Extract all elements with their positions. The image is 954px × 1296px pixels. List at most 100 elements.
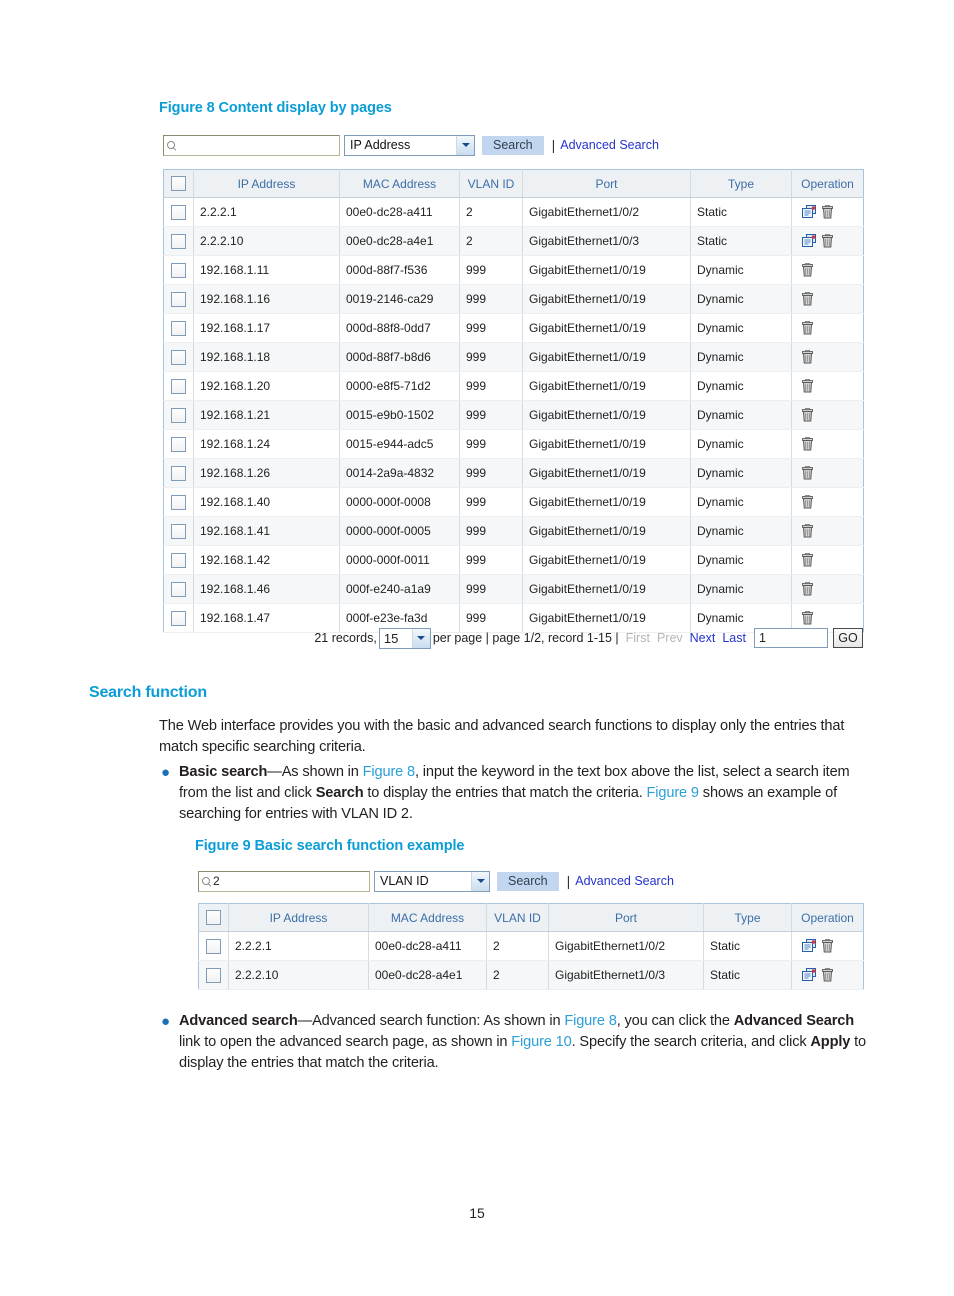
delete-icon[interactable] [822,967,833,982]
row-select-cell[interactable] [163,226,194,256]
row-select-cell[interactable] [163,284,194,314]
row-checkbox[interactable] [171,465,186,481]
column-header-mac-address[interactable]: MAC Address [339,169,460,198]
table-row[interactable]: 2.2.2.1 00e0-dc28-a411 2 GigabitEthernet1/0… [198,931,864,961]
table-row[interactable]: 192.168.1.17 000d-88f8-0dd7 999 GigabitEthe… [163,313,864,343]
xref-figure-8[interactable]: Figure 8 [564,1013,616,1029]
row-select-cell[interactable] [163,371,194,401]
delete-icon[interactable] [822,938,833,953]
page-number-input[interactable]: 1 [754,628,828,648]
row-checkbox[interactable] [171,581,186,597]
row-checkbox[interactable] [171,610,186,626]
table-row[interactable]: 2.2.2.10 00e0-dc28-a4e1 2 GigabitEthernet1/… [163,226,864,256]
row-checkbox[interactable] [171,407,186,423]
table-row[interactable]: 2.2.2.10 00e0-dc28-a4e1 2 GigabitEthernet1/… [198,960,864,990]
row-select-cell[interactable] [163,487,194,517]
row-select-cell[interactable] [163,255,194,285]
column-header-vlan-id[interactable]: VLAN ID [459,169,523,198]
delete-icon[interactable] [802,407,813,422]
xref-figure-10[interactable]: Figure 10 [511,1034,571,1050]
column-header-ip-address[interactable]: IP Address [228,903,369,932]
table-row[interactable]: 192.168.1.46 000f-e240-a1a9 999 GigabitEthe… [163,574,864,604]
row-select-cell[interactable] [163,313,194,343]
delete-icon[interactable] [802,378,813,393]
table-row[interactable]: 192.168.1.20 0000-e8f5-71d2 999 GigabitEthe… [163,371,864,401]
delete-icon[interactable] [822,204,833,219]
row-checkbox[interactable] [171,494,186,510]
column-header-port[interactable]: Port [522,169,691,198]
table-row[interactable]: 192.168.1.40 0000-000f-0008 999 GigabitEthe… [163,487,864,517]
per-page-select[interactable]: 15 [378,627,431,649]
delete-icon[interactable] [802,320,813,335]
row-checkbox[interactable] [171,436,186,452]
table-row[interactable]: 192.168.1.18 000d-88f7-b8d6 999 GigabitEthe… [163,342,864,372]
advanced-search-link[interactable]: Advanced Search [575,874,674,888]
search-field-select[interactable]: IP Address [344,134,475,156]
row-checkbox[interactable] [171,320,186,336]
search-input[interactable]: 2 [198,870,370,892]
row-select-cell[interactable] [163,574,194,604]
delete-icon[interactable] [802,581,813,596]
search-input[interactable] [163,134,340,156]
delete-icon[interactable] [802,465,813,480]
column-header-type[interactable]: Type [703,903,792,932]
search-field-select[interactable]: VLAN ID [374,870,490,892]
row-checkbox[interactable] [171,291,186,307]
table-row[interactable]: 192.168.1.11 000d-88f7-f536 999 GigabitEthe… [163,255,864,285]
row-checkbox[interactable] [206,967,221,983]
xref-figure-8[interactable]: Figure 8 [363,764,415,780]
select-all-checkbox[interactable] [206,910,221,926]
search-button[interactable]: Search [482,135,544,155]
pager-last-link[interactable]: Last [722,631,746,645]
go-button[interactable]: GO [833,628,863,648]
pager-prev-link[interactable]: Prev [657,631,683,645]
table-row[interactable]: 192.168.1.42 0000-000f-0011 999 GigabitEthe… [163,545,864,575]
delete-icon[interactable] [802,262,813,277]
row-checkbox[interactable] [171,523,186,539]
table-row[interactable]: 192.168.1.21 0015-e9b0-1502 999 GigabitEthe… [163,400,864,430]
delete-icon[interactable] [802,494,813,509]
delete-icon[interactable] [802,552,813,567]
row-select-cell[interactable] [163,197,194,227]
row-checkbox[interactable] [171,349,186,365]
delete-icon[interactable] [802,291,813,306]
edit-icon[interactable] [802,234,817,248]
advanced-search-link[interactable]: Advanced Search [560,138,659,152]
row-checkbox[interactable] [171,233,186,249]
select-all-checkbox[interactable] [171,176,186,192]
row-checkbox[interactable] [171,262,186,278]
row-select-cell[interactable] [198,960,229,990]
row-select-cell[interactable] [163,429,194,459]
row-select-cell[interactable] [198,931,229,961]
pager-first-link[interactable]: First [626,631,650,645]
row-select-cell[interactable] [163,458,194,488]
delete-icon[interactable] [802,523,813,538]
select-all-header[interactable] [198,903,229,932]
row-select-cell[interactable] [163,516,194,546]
table-row[interactable]: 192.168.1.41 0000-000f-0005 999 GigabitEthe… [163,516,864,546]
delete-icon[interactable] [802,610,813,625]
row-select-cell[interactable] [163,545,194,575]
search-button[interactable]: Search [497,871,559,891]
column-header-vlan-id[interactable]: VLAN ID [486,903,549,932]
column-header-ip-address[interactable]: IP Address [193,169,340,198]
delete-icon[interactable] [802,436,813,451]
edit-icon[interactable] [802,205,817,219]
table-row[interactable]: 2.2.2.1 00e0-dc28-a411 2 GigabitEthernet1/0… [163,197,864,227]
row-select-cell[interactable] [163,342,194,372]
row-checkbox[interactable] [171,552,186,568]
pager-next-link[interactable]: Next [690,631,716,645]
edit-icon[interactable] [802,968,817,982]
table-row[interactable]: 192.168.1.26 0014-2a9a-4832 999 GigabitEthe… [163,458,864,488]
row-checkbox[interactable] [171,204,186,220]
xref-figure-9[interactable]: Figure 9 [647,785,699,801]
row-checkbox[interactable] [171,378,186,394]
column-header-type[interactable]: Type [690,169,792,198]
column-header-mac-address[interactable]: MAC Address [368,903,487,932]
edit-icon[interactable] [802,939,817,953]
table-row[interactable]: 192.168.1.24 0015-e944-adc5 999 GigabitEthe… [163,429,864,459]
column-header-port[interactable]: Port [548,903,704,932]
delete-icon[interactable] [822,233,833,248]
row-checkbox[interactable] [206,938,221,954]
delete-icon[interactable] [802,349,813,364]
